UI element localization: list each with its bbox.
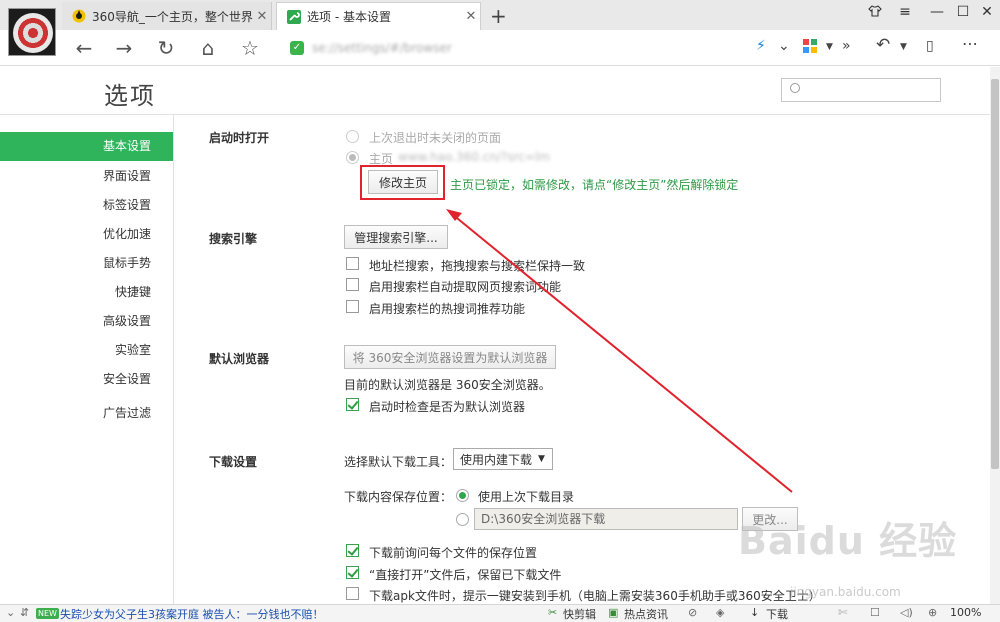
- hot-news-icon[interactable]: ▣: [608, 606, 618, 619]
- zoom-level[interactable]: 100%: [950, 606, 981, 619]
- user-avatar[interactable]: [8, 8, 56, 56]
- scrollbar-thumb[interactable]: [991, 79, 999, 469]
- new-badge: NEW: [36, 608, 59, 619]
- download-arrow-icon[interactable]: ↓: [750, 606, 759, 619]
- expand-icon[interactable]: ⌄: [6, 606, 15, 619]
- window-mode-icon[interactable]: ☐: [870, 606, 880, 619]
- clipper-label[interactable]: 快剪辑: [563, 606, 596, 622]
- clipper-icon[interactable]: ✂: [548, 606, 557, 619]
- baidu-jingyan-watermark: Baidu 经验: [738, 519, 958, 563]
- screenshot-icon[interactable]: ✄: [838, 606, 847, 619]
- watermark-site: jingyan.baidu.com: [790, 585, 901, 599]
- accelerator-icon[interactable]: ⊘: [688, 606, 697, 619]
- hot-news-label[interactable]: 热点资讯: [624, 606, 668, 622]
- scroll-news-icon[interactable]: ⇵: [20, 606, 29, 619]
- status-bar: ⌄ ⇵ NEW 失踪少女为父子生3孩案开庭 被告人：一分钱也不赔！ ✂ 快剪辑 …: [0, 604, 1000, 622]
- zoom-icon[interactable]: ⊕: [928, 606, 937, 619]
- vertical-scrollbar[interactable]: [990, 67, 1000, 604]
- news-ticker-link[interactable]: 失踪少女为父子生3孩案开庭 被告人：一分钱也不赔！: [60, 606, 324, 622]
- download-label[interactable]: 下载: [766, 606, 788, 622]
- volume-icon[interactable]: ◁): [900, 606, 913, 619]
- shield-status-icon[interactable]: ◈: [716, 606, 724, 619]
